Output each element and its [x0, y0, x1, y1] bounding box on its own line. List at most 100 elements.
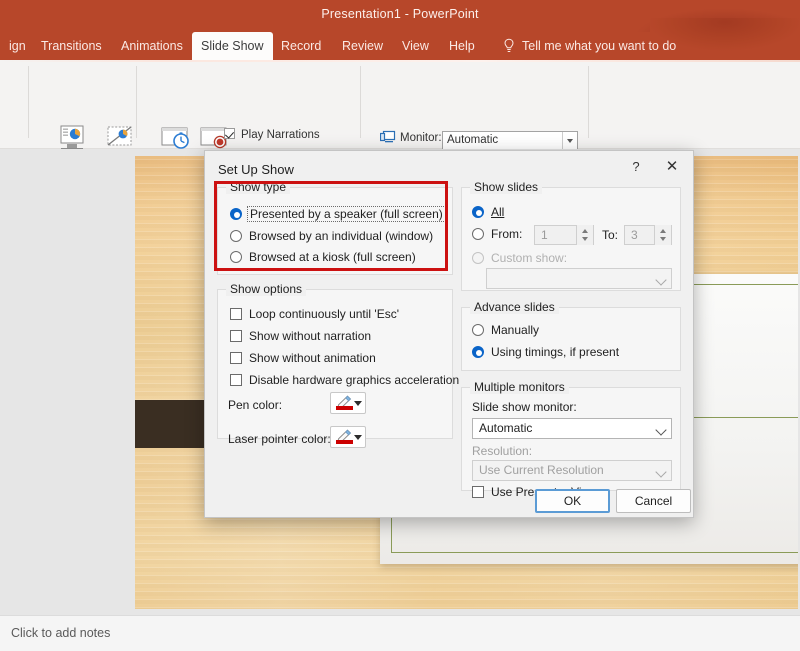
tab-view[interactable]: View: [393, 32, 438, 60]
monitor-combobox[interactable]: Automatic: [442, 131, 578, 150]
show-slides-group: Show slides All From: 1 To: 3 Custom sho…: [461, 180, 681, 291]
laser-pointer-color-label: Laser pointer color:: [228, 432, 331, 446]
checkbox-label: Loop continuously until 'Esc': [249, 307, 400, 321]
radio-from-to-slides[interactable]: From:: [472, 226, 522, 242]
dialog-title: Set Up Show: [218, 162, 294, 177]
radio-label: Custom show:: [491, 251, 568, 265]
radio-dot: [230, 251, 242, 263]
show-options-title: Show options: [226, 282, 307, 296]
checkbox-label: Disable hardware graphics acceleration: [249, 373, 460, 387]
radio-dot: [472, 252, 484, 264]
pen-color-button[interactable]: [330, 392, 366, 414]
radio-browsed-at-kiosk[interactable]: Browsed at a kiosk (full screen): [230, 249, 416, 265]
play-narrations-checkbox[interactable]: Play Narrations: [224, 127, 320, 143]
resolution-value: Use Current Resolution: [479, 463, 604, 477]
custom-show-combobox: [486, 268, 672, 289]
set-up-show-dialog: Set Up Show ? ✕ Show type Presented by a…: [204, 150, 694, 518]
ribbon: de Set Up Slide Show: [0, 60, 800, 204]
show-type-group: Show type Presented by a speaker (full s…: [217, 180, 453, 275]
to-slide-label: To:: [602, 228, 619, 242]
slide-show-monitor-label: Slide show monitor:: [472, 400, 577, 414]
chevron-down-icon: [562, 132, 577, 149]
tab-record[interactable]: Record: [272, 32, 330, 60]
chevron-down-icon: [652, 461, 671, 480]
laser-pointer-color-button[interactable]: [330, 426, 366, 448]
ok-button[interactable]: OK: [535, 489, 610, 513]
from-slide-value: 1: [541, 228, 548, 242]
tab-design[interactable]: ign: [0, 32, 35, 60]
tab-help[interactable]: Help: [440, 32, 484, 60]
pen-color-swatch: [336, 406, 353, 410]
checkbox-label: Show without narration: [249, 329, 372, 343]
radio-all-slides[interactable]: All: [472, 204, 504, 220]
checkbox-show-without-animation[interactable]: Show without animation: [230, 350, 376, 366]
chevron-down-icon: [652, 419, 671, 438]
tell-me-box[interactable]: Tell me what you want to do: [522, 32, 676, 60]
checkbox-show-without-narration[interactable]: Show without narration: [230, 328, 371, 344]
spinner-arrows[interactable]: [654, 225, 671, 245]
checkbox-box: [224, 128, 235, 139]
radio-dot: [472, 324, 484, 336]
radio-dot: [472, 206, 484, 218]
radio-presented-by-speaker[interactable]: Presented by a speaker (full screen): [230, 206, 446, 222]
monitor-combobox-value: Automatic: [447, 134, 499, 146]
radio-advance-using-timings[interactable]: Using timings, if present: [472, 344, 619, 360]
resolution-combobox: Use Current Resolution: [472, 460, 672, 481]
checkbox-label: Play Narrations: [241, 129, 320, 141]
slide-show-monitor-combobox[interactable]: Automatic: [472, 418, 672, 439]
lightbulb-icon: [504, 38, 514, 52]
ribbon-tab-strip: ign Transitions Animations Slide Show Re…: [0, 18, 800, 62]
tab-slide-show[interactable]: Slide Show: [192, 32, 273, 60]
group-separator: [28, 66, 29, 138]
monitor-label: Monitor:: [400, 132, 442, 144]
notes-placeholder: Click to add notes: [11, 626, 111, 640]
spinner-arrows[interactable]: [576, 225, 593, 245]
chevron-down-icon: [354, 401, 362, 406]
checkbox-box: [472, 486, 484, 498]
pen-color-label: Pen color:: [228, 398, 283, 412]
checkbox-label: Show without animation: [249, 351, 376, 365]
radio-dot: [472, 346, 484, 358]
tab-review[interactable]: Review: [333, 32, 392, 60]
show-options-group: Show options Loop continuously until 'Es…: [217, 282, 459, 448]
radio-advance-manually[interactable]: Manually: [472, 322, 539, 338]
tab-transitions[interactable]: Transitions: [32, 32, 111, 60]
radio-custom-show: Custom show:: [472, 250, 567, 266]
from-slide-spinner[interactable]: 1: [534, 225, 594, 245]
notes-pane[interactable]: Click to add notes: [0, 615, 800, 651]
to-slide-spinner[interactable]: 3: [624, 225, 672, 245]
checkbox-box: [230, 374, 242, 386]
checkbox-box: [230, 308, 242, 320]
show-slides-title: Show slides: [470, 180, 543, 194]
to-slide-value: 3: [631, 228, 638, 242]
checkbox-disable-hardware-acceleration[interactable]: Disable hardware graphics acceleration: [230, 372, 459, 388]
radio-label: Browsed at a kiosk (full screen): [249, 250, 416, 264]
chevron-down-icon: [354, 435, 362, 440]
radio-label: Manually: [491, 323, 540, 337]
show-type-title: Show type: [226, 180, 291, 194]
monitor-icon: [380, 130, 396, 143]
cancel-button[interactable]: Cancel: [616, 489, 691, 513]
advance-slides-title: Advance slides: [470, 300, 559, 314]
multiple-monitors-title: Multiple monitors: [470, 380, 569, 394]
radio-label: Using timings, if present: [491, 345, 620, 359]
radio-browsed-by-individual[interactable]: Browsed by an individual (window): [230, 228, 433, 244]
tab-animations[interactable]: Animations: [112, 32, 192, 60]
group-separator: [588, 66, 589, 138]
resolution-label: Resolution:: [472, 444, 533, 458]
radio-dot: [230, 208, 242, 220]
slide-show-monitor-value: Automatic: [479, 421, 533, 435]
group-separator: [360, 66, 361, 138]
chevron-down-icon: [652, 269, 671, 288]
radio-label: From:: [491, 227, 523, 241]
radio-label: All: [491, 205, 505, 219]
help-icon[interactable]: ?: [621, 155, 651, 179]
advance-slides-group: Advance slides Manually Using timings, i…: [461, 300, 681, 371]
checkbox-loop-continuously[interactable]: Loop continuously until 'Esc': [230, 306, 399, 322]
checkbox-box: [230, 352, 242, 364]
ribbon-top-accent: [0, 60, 800, 62]
radio-dot: [230, 230, 242, 242]
radio-label: Presented by a speaker (full screen): [247, 206, 446, 222]
close-icon[interactable]: ✕: [657, 155, 687, 179]
powerpoint-window: Presentation1 - PowerPoint ign Transitio…: [0, 0, 800, 651]
